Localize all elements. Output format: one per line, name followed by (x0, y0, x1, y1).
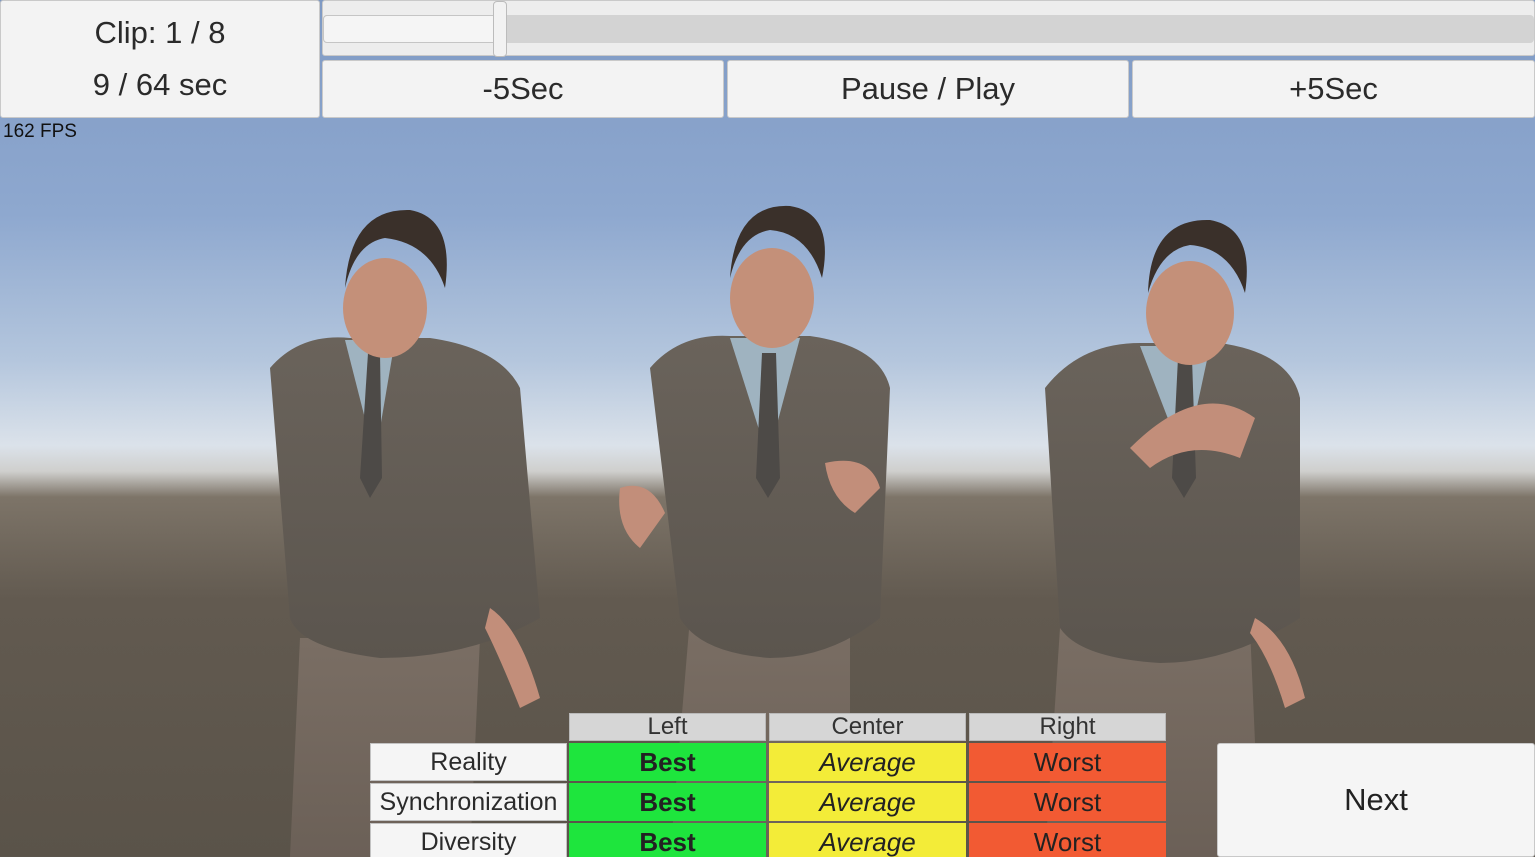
reality-center-cell[interactable]: Average (769, 743, 966, 781)
row-label-diversity: Diversity (370, 823, 567, 857)
timeline-handle[interactable] (493, 1, 507, 57)
next-button[interactable]: Next (1217, 743, 1535, 857)
timeline-fill (323, 15, 499, 43)
column-header-center: Center (769, 713, 966, 741)
column-header-left: Left (569, 713, 766, 741)
back-5-sec-button[interactable]: -5Sec (322, 60, 724, 118)
diversity-left-cell[interactable]: Best (569, 823, 766, 857)
timeline-slider[interactable] (322, 0, 1535, 57)
synchronization-center-cell[interactable]: Average (769, 783, 966, 821)
clip-time: 9 / 64 sec (92, 67, 228, 102)
synchronization-right-cell[interactable]: Worst (969, 783, 1166, 821)
clip-counter: Clip: 1 / 8 (94, 15, 226, 50)
pause-play-button[interactable]: Pause / Play (727, 60, 1129, 118)
synchronization-left-cell[interactable]: Best (569, 783, 766, 821)
reality-right-cell[interactable]: Worst (969, 743, 1166, 781)
reality-left-cell[interactable]: Best (569, 743, 766, 781)
column-header-right: Right (969, 713, 1166, 741)
row-label-reality: Reality (370, 743, 567, 781)
row-label-synchronization: Synchronization (370, 783, 567, 821)
diversity-center-cell[interactable]: Average (769, 823, 966, 857)
diversity-right-cell[interactable]: Worst (969, 823, 1166, 857)
fps-counter: 162 FPS (3, 121, 77, 142)
clip-info-panel: Clip: 1 / 8 9 / 64 sec (0, 0, 320, 118)
forward-5-sec-button[interactable]: +5Sec (1132, 60, 1535, 118)
